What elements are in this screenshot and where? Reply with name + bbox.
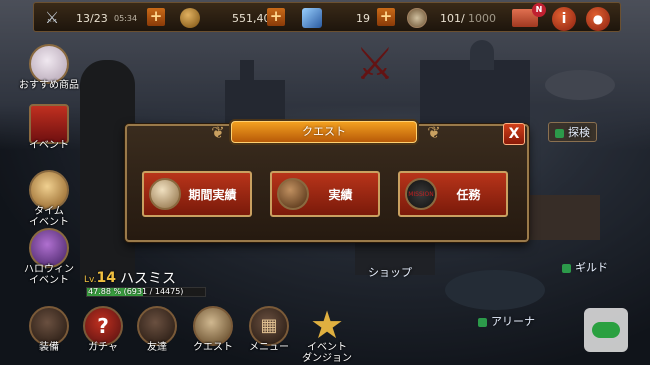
chat-bubble-icon[interactable]: ● <box>586 7 610 31</box>
mission-badge-icon: MISSION <box>405 178 437 210</box>
bottom-item-equipment[interactable]: 装備 <box>22 306 76 353</box>
mission-button[interactable]: MISSION 任務 <box>398 171 508 217</box>
bottom-item-quest[interactable]: クエスト <box>186 306 240 353</box>
gift-icon <box>29 104 69 144</box>
star-icon: ★ <box>309 303 345 347</box>
bottom-item-gacha[interactable]: ? ガチャ <box>76 306 130 353</box>
rabbit-icon <box>29 44 69 84</box>
side-item-recommended[interactable]: おすすめ商品 <box>19 44 79 91</box>
scroll-icon <box>149 178 181 210</box>
grid-menu-icon: ▦ <box>249 306 289 346</box>
place-guild[interactable]: ギルド <box>562 259 608 275</box>
gold-coin-icon <box>180 8 200 28</box>
achievement-button[interactable]: 実績 <box>270 171 380 217</box>
place-explore[interactable]: 探検 <box>548 122 597 142</box>
gem-value: 19 <box>356 11 370 25</box>
place-shop[interactable]: ショップ <box>368 264 412 280</box>
place-arena[interactable]: アリーナ <box>478 313 535 329</box>
add-stamina-button[interactable]: + <box>147 8 165 26</box>
question-icon: ? <box>83 306 123 346</box>
pumpkin-icon <box>29 228 69 268</box>
stamina-timer: 05:34 <box>114 13 138 23</box>
bottom-item-event-dungeon[interactable]: ★ イベント ダンジョン <box>300 306 354 364</box>
shield-icon <box>29 306 69 346</box>
book-icon <box>277 178 309 210</box>
quest-dialog-title: クエスト <box>231 121 417 143</box>
ornament-left-icon: ❦ <box>211 123 225 142</box>
mail-badge: N <box>532 3 546 17</box>
period-achievement-button[interactable]: 期間実績 <box>142 171 252 217</box>
capacity-current: 101/ <box>440 11 465 25</box>
bottom-item-menu[interactable]: ▦ メニュー <box>242 306 296 353</box>
player-name: ハスミス <box>120 271 176 287</box>
add-gold-button[interactable]: + <box>267 8 285 26</box>
ornament-right-icon: ❦ <box>427 123 441 142</box>
stopwatch-icon <box>407 8 427 28</box>
add-gem-button[interactable]: + <box>377 8 395 26</box>
crossed-swords-icon: ⚔ <box>44 8 60 27</box>
close-button[interactable]: X <box>503 123 525 145</box>
resource-bar: ⚔ 13/23 05:34 + 551,404 + 19 + 101/ 1000… <box>33 2 621 32</box>
clock-icon <box>29 170 69 210</box>
side-item-time-event[interactable]: タイム イベント <box>24 170 74 228</box>
side-item-event[interactable]: イベント <box>24 104 74 151</box>
bottom-item-friends[interactable]: 友達 <box>130 306 184 353</box>
gamepad-button[interactable] <box>584 308 628 352</box>
side-item-halloween[interactable]: ハロウィン イベント <box>24 228 74 286</box>
friends-icon <box>137 306 177 346</box>
capacity-max: 1000 <box>468 11 496 25</box>
info-button[interactable]: i <box>552 7 576 31</box>
player-level: Lv.14 <box>84 270 116 286</box>
gem-icon <box>302 8 322 28</box>
xp-text: 47.88 % (6931 / 14475) <box>88 287 184 296</box>
quest-scroll-icon <box>193 306 233 346</box>
gamepad-icon <box>592 322 620 338</box>
stamina-value: 13/23 <box>76 11 108 25</box>
